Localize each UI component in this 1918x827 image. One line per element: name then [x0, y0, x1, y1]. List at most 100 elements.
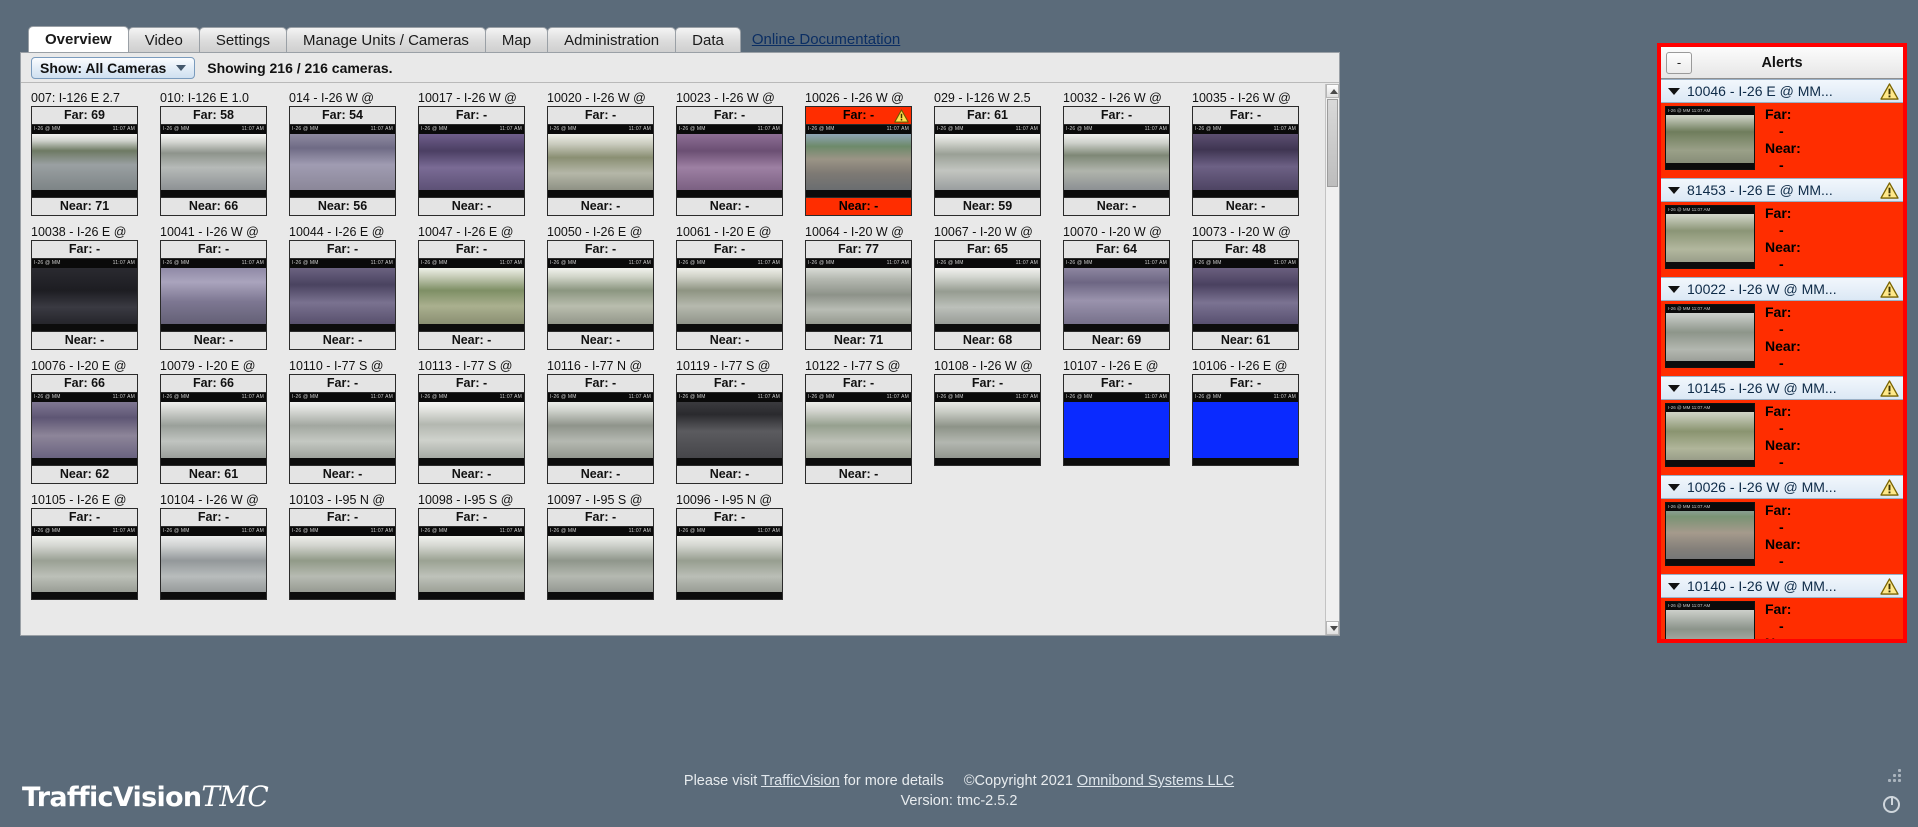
alert-header-row[interactable]: 10046 - I-26 E @ MM...	[1661, 79, 1903, 103]
camera-tile[interactable]: 10105 - I-26 E @ Far: - I-26 @ MM 11:07 AM	[27, 492, 156, 600]
tab-data[interactable]: Data	[675, 27, 741, 52]
camera-card[interactable]: Far: - I-26 @ MM 11:07 AM Near: -	[31, 240, 138, 350]
camera-thumbnail[interactable]: I-26 @ MM 11:07 AM	[677, 259, 782, 331]
camera-tile[interactable]: 10073 - I-20 W @ Far: 48 I-26 @ MM 11:07 AM…	[1188, 224, 1317, 350]
camera-card[interactable]: Far: - I-26 @ MM 11:07 AM Near: -	[805, 374, 912, 484]
camera-thumbnail[interactable]: I-26 @ MM 11:07 AM	[935, 259, 1040, 331]
camera-card[interactable]: Far: - I-26 @ MM 11:07 AM Near: -	[418, 240, 525, 350]
camera-thumbnail[interactable]: I-26 @ MM 11:07 AM	[935, 125, 1040, 197]
camera-card[interactable]: Far: - I-26 @ MM 11:07 AM	[1063, 374, 1170, 466]
chevron-down-icon[interactable]	[1668, 582, 1680, 590]
camera-thumbnail[interactable]: I-26 @ MM 11:07 AM	[419, 393, 524, 465]
scrollbar-thumb[interactable]	[1327, 99, 1338, 187]
camera-thumbnail[interactable]: I-26 @ MM 11:07 AM	[1193, 259, 1298, 331]
chevron-down-icon[interactable]	[1668, 384, 1680, 392]
camera-thumbnail[interactable]: I-26 @ MM 11:07 AM	[677, 125, 782, 197]
camera-thumbnail[interactable]: I-26 @ MM 11:07 AM	[1064, 259, 1169, 331]
camera-card[interactable]: Far: - I-26 @ MM 11:07 AM Near: -	[676, 240, 783, 350]
camera-thumbnail[interactable]: I-26 @ MM 11:07 AM	[935, 393, 1040, 465]
chevron-down-icon[interactable]	[1668, 186, 1680, 194]
camera-card[interactable]: Far: - I-26 @ MM 11:07 AM Near: -	[676, 374, 783, 484]
alert-thumbnail[interactable]: I-26 @ MM 11:07 AM	[1665, 502, 1755, 566]
camera-card[interactable]: Far: - I-26 @ MM 11:07 AM	[547, 508, 654, 600]
camera-thumbnail[interactable]: I-26 @ MM 11:07 AM	[806, 393, 911, 465]
camera-tile[interactable]: 10113 - I-77 S @ Far: - I-26 @ MM 11:07 AM N…	[414, 358, 543, 484]
camera-tile[interactable]: 10110 - I-77 S @ Far: - I-26 @ MM 11:07 AM N…	[285, 358, 414, 484]
alert-thumbnail[interactable]: I-26 @ MM 11:07 AM	[1665, 106, 1755, 170]
camera-card[interactable]: Far: - I-26 @ MM 11:07 AM Near: -	[676, 106, 783, 216]
camera-card[interactable]: Far: 69 I-26 @ MM 11:07 AM Near: 71	[31, 106, 138, 216]
tab-overview[interactable]: Overview	[28, 26, 129, 52]
camera-card[interactable]: Far: 48 I-26 @ MM 11:07 AM Near: 61	[1192, 240, 1299, 350]
tab-video[interactable]: Video	[127, 27, 200, 52]
camera-thumbnail[interactable]: I-26 @ MM 11:07 AM	[548, 125, 653, 197]
chevron-down-icon[interactable]	[1668, 285, 1680, 293]
camera-thumbnail[interactable]: I-26 @ MM 11:07 AM	[161, 125, 266, 197]
alert-thumbnail[interactable]: I-26 @ MM 11:07 AM	[1665, 601, 1755, 639]
alerts-collapse-button[interactable]: -	[1666, 51, 1692, 74]
camera-card[interactable]: Far: - I-26 @ MM 11:07 AM Near: -	[289, 240, 396, 350]
camera-thumbnail[interactable]: I-26 @ MM 11:07 AM	[677, 393, 782, 465]
camera-thumbnail[interactable]: I-26 @ MM 11:07 AM	[290, 393, 395, 465]
camera-thumbnail[interactable]: I-26 @ MM 11:07 AM	[419, 527, 524, 599]
camera-tile[interactable]: 10035 - I-26 W @ Far: - I-26 @ MM 11:07 AM N…	[1188, 90, 1317, 216]
scroll-down-button[interactable]	[1326, 621, 1339, 635]
camera-card[interactable]: Far: - I-26 @ MM 11:07 AM Near: -	[547, 240, 654, 350]
camera-tile[interactable]: 10122 - I-77 S @ Far: - I-26 @ MM 11:07 AM N…	[801, 358, 930, 484]
camera-thumbnail[interactable]: I-26 @ MM 11:07 AM	[1193, 393, 1298, 465]
camera-card[interactable]: Far: 61 I-26 @ MM 11:07 AM Near: 59	[934, 106, 1041, 216]
camera-card[interactable]: Far: - I-26 @ MM 11:07 AM	[160, 508, 267, 600]
camera-thumbnail[interactable]: I-26 @ MM 11:07 AM	[32, 393, 137, 465]
camera-tile[interactable]: 10026 - I-26 W @ Far: - I-26 @ MM 11:07 AM N…	[801, 90, 930, 216]
camera-card[interactable]: Far: - I-26 @ MM 11:07 AM	[934, 374, 1041, 466]
camera-card[interactable]: Far: 77 I-26 @ MM 11:07 AM Near: 71	[805, 240, 912, 350]
camera-tile[interactable]: 10041 - I-26 W @ Far: - I-26 @ MM 11:07 AM N…	[156, 224, 285, 350]
tab-map[interactable]: Map	[484, 27, 549, 52]
camera-tile[interactable]: 10061 - I-20 E @ Far: - I-26 @ MM 11:07 AM N…	[672, 224, 801, 350]
online-documentation-link[interactable]: Online Documentation	[740, 27, 912, 52]
camera-tile[interactable]: 10038 - I-26 E @ Far: - I-26 @ MM 11:07 AM N…	[27, 224, 156, 350]
camera-thumbnail[interactable]: I-26 @ MM 11:07 AM	[32, 125, 137, 197]
camera-card[interactable]: Far: - I-26 @ MM 11:07 AM	[1192, 374, 1299, 466]
camera-thumbnail[interactable]: I-26 @ MM 11:07 AM	[290, 125, 395, 197]
camera-thumbnail[interactable]: I-26 @ MM 11:07 AM	[419, 259, 524, 331]
alert-header-row[interactable]: 10022 - I-26 W @ MM...	[1661, 277, 1903, 301]
camera-card[interactable]: Far: 54 I-26 @ MM 11:07 AM Near: 56	[289, 106, 396, 216]
trafficvision-link[interactable]: TrafficVision	[761, 773, 840, 789]
show-filter-dropdown[interactable]: Show: All Cameras	[31, 56, 196, 79]
camera-thumbnail[interactable]: I-26 @ MM 11:07 AM	[161, 259, 266, 331]
camera-thumbnail[interactable]: I-26 @ MM 11:07 AM	[806, 259, 911, 331]
camera-thumbnail[interactable]: I-26 @ MM 11:07 AM	[677, 527, 782, 599]
camera-tile[interactable]: 10098 - I-95 S @ Far: - I-26 @ MM 11:07 AM	[414, 492, 543, 600]
chevron-down-icon[interactable]	[1668, 87, 1680, 95]
alert-thumbnail[interactable]: I-26 @ MM 11:07 AM	[1665, 304, 1755, 368]
camera-thumbnail[interactable]: I-26 @ MM 11:07 AM	[806, 125, 911, 197]
camera-tile[interactable]: 014 - I-26 W @ Far: 54 I-26 @ MM 11:07 AM Ne…	[285, 90, 414, 216]
camera-thumbnail[interactable]: I-26 @ MM 11:07 AM	[32, 527, 137, 599]
camera-tile[interactable]: 10107 - I-26 E @ Far: - I-26 @ MM 11:07 AM	[1059, 358, 1188, 484]
camera-card[interactable]: Far: 66 I-26 @ MM 11:07 AM Near: 61	[160, 374, 267, 484]
camera-tile[interactable]: 010: I-126 E 1.0 Far: 58 I-26 @ MM 11:07 AM…	[156, 90, 285, 216]
camera-card[interactable]: Far: - I-26 @ MM 11:07 AM	[676, 508, 783, 600]
camera-thumbnail[interactable]: I-26 @ MM 11:07 AM	[1193, 125, 1298, 197]
camera-tile[interactable]: 10119 - I-77 S @ Far: - I-26 @ MM 11:07 AM N…	[672, 358, 801, 484]
camera-thumbnail[interactable]: I-26 @ MM 11:07 AM	[161, 393, 266, 465]
alert-thumbnail[interactable]: I-26 @ MM 11:07 AM	[1665, 205, 1755, 269]
camera-tile[interactable]: 029 - I-126 W 2.5 Far: 61 I-26 @ MM 11:07 A…	[930, 90, 1059, 216]
camera-tile[interactable]: 10096 - I-95 N @ Far: - I-26 @ MM 11:07 AM	[672, 492, 801, 600]
camera-card[interactable]: Far: - I-26 @ MM 11:07 AM	[289, 508, 396, 600]
tab-manage-units-cameras[interactable]: Manage Units / Cameras	[286, 27, 486, 52]
camera-tile[interactable]: 10076 - I-20 E @ Far: 66 I-26 @ MM 11:07 AM…	[27, 358, 156, 484]
camera-thumbnail[interactable]: I-26 @ MM 11:07 AM	[548, 259, 653, 331]
camera-thumbnail[interactable]: I-26 @ MM 11:07 AM	[32, 259, 137, 331]
camera-tile[interactable]: 10103 - I-95 N @ Far: - I-26 @ MM 11:07 AM	[285, 492, 414, 600]
scroll-up-button[interactable]	[1326, 84, 1339, 98]
camera-tile[interactable]: 10044 - I-26 E @ Far: - I-26 @ MM 11:07 AM N…	[285, 224, 414, 350]
camera-tile[interactable]: 10097 - I-95 S @ Far: - I-26 @ MM 11:07 AM	[543, 492, 672, 600]
camera-card[interactable]: Far: 66 I-26 @ MM 11:07 AM Near: 62	[31, 374, 138, 484]
camera-card[interactable]: Far: 58 I-26 @ MM 11:07 AM Near: 66	[160, 106, 267, 216]
alert-thumbnail[interactable]: I-26 @ MM 11:07 AM	[1665, 403, 1755, 467]
camera-tile[interactable]: 10067 - I-20 W @ Far: 65 I-26 @ MM 11:07 AM…	[930, 224, 1059, 350]
camera-thumbnail[interactable]: I-26 @ MM 11:07 AM	[1064, 393, 1169, 465]
camera-tile[interactable]: 10104 - I-26 W @ Far: - I-26 @ MM 11:07 AM	[156, 492, 285, 600]
